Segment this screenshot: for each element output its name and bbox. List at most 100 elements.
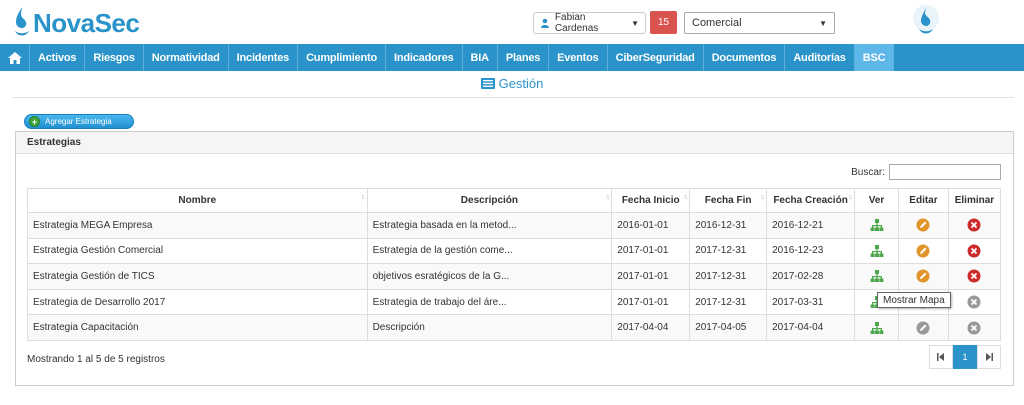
edit-button[interactable] — [898, 314, 949, 341]
search-box: Buscar: — [851, 164, 1001, 180]
cell-fin: 2017-04-05 — [689, 314, 768, 341]
delete-icon — [967, 218, 981, 232]
column-header[interactable]: Fecha Fin ↑↓ — [689, 188, 768, 213]
nav-home[interactable] — [0, 44, 30, 71]
chevron-down-icon: ▼ — [631, 18, 639, 28]
user-menu-button[interactable]: Fabian Cardenas ▼ — [533, 12, 646, 34]
delete-button[interactable] — [947, 263, 1002, 290]
column-header-label: Descripción — [460, 195, 519, 206]
view-map-button[interactable] — [854, 263, 899, 290]
table-row: Estrategia de Desarrollo 2017 Estrategia … — [27, 288, 1002, 316]
view-map-button[interactable] — [854, 314, 899, 341]
search-input[interactable] — [889, 164, 1001, 180]
nav-item-eventos[interactable]: Eventos — [549, 44, 608, 71]
cell-nombre: Estrategia de Desarrollo 2017 — [27, 288, 368, 316]
first-page-icon — [937, 353, 944, 361]
page-title-text: Gestión — [498, 76, 544, 91]
strategies-table: Nombre ↑↓ Descripción ↑↓ Fecha Inicio ↑↓ Fecha… — [27, 188, 1002, 341]
logo-drop-icon — [15, 6, 29, 35]
pencil-icon — [916, 321, 930, 335]
pencil-icon — [916, 269, 930, 283]
nav-item-documentos[interactable]: Documentos — [704, 44, 786, 71]
sort-icon: ↑↓ — [360, 194, 366, 201]
area-select[interactable]: Comercial ▼ — [684, 12, 835, 34]
view-map-button[interactable] — [854, 237, 899, 265]
add-strategy-button[interactable]: + Agregar Estrategia — [24, 114, 134, 129]
table-header-row: Nombre ↑↓ Descripción ↑↓ Fecha Inicio ↑↓ Fecha… — [27, 188, 1002, 213]
nav-item-indicadores[interactable]: Indicadores — [386, 44, 463, 71]
nav-item-bsc[interactable]: BSC — [854, 44, 895, 71]
user-icon — [540, 18, 549, 28]
column-header[interactable]: Descripción ↑↓ — [366, 188, 613, 213]
sort-icon: ↑↓ — [760, 194, 765, 201]
sitemap-icon — [870, 270, 883, 283]
column-header[interactable]: Fecha Inicio ↑↓ — [611, 188, 691, 213]
top-bar: NovaSec Fabian Cardenas ▼ 15 Comercial ▼ — [0, 0, 1024, 44]
area-select-value: Comercial — [692, 17, 742, 29]
column-header[interactable]: Fecha Creación ↑↓ — [766, 188, 856, 213]
sitemap-icon — [870, 219, 883, 232]
cell-inicio: 2017-01-01 — [611, 263, 691, 290]
user-name: Fabian Cardenas — [554, 12, 599, 34]
brand-logo[interactable]: NovaSec — [12, 4, 140, 39]
delete-icon — [967, 244, 981, 258]
list-icon — [480, 78, 495, 89]
nav-item-incidentes[interactable]: Incidentes — [229, 44, 299, 71]
page-button-current[interactable]: 1 — [953, 345, 977, 369]
cell-creacion: 2017-03-31 — [766, 288, 856, 316]
cell-inicio: 2017-04-04 — [611, 314, 691, 341]
main-navbar: Activos Riesgos Normatividad Incidentes Cump… — [0, 44, 1024, 71]
secondary-logo-icon — [913, 5, 939, 34]
table-row: Estrategia Capacitación Descripción 2017-0… — [27, 314, 1002, 341]
delete-button[interactable] — [947, 212, 1002, 239]
column-header-label: Eliminar — [954, 195, 995, 206]
cell-descripcion: Estrategia de la gestión come... — [366, 237, 613, 265]
pencil-icon — [916, 244, 930, 258]
table-row: Estrategia Gestión Comercial Estrategia d… — [27, 237, 1002, 265]
cell-creacion: 2016-12-21 — [766, 212, 856, 239]
last-page-button[interactable] — [977, 345, 1001, 369]
cell-creacion: 2016-12-23 — [766, 237, 856, 265]
page-title: Gestión — [0, 76, 1024, 91]
cell-inicio: 2017-01-01 — [611, 288, 691, 316]
cell-descripcion: Estrategia de trabajo del áre... — [366, 288, 613, 316]
nav-item-auditor-as[interactable]: Auditorías — [785, 44, 855, 71]
cell-fin: 2017-12-31 — [689, 263, 768, 290]
sort-icon: ↑↓ — [605, 194, 610, 201]
brand-name: NovaSec — [33, 8, 140, 38]
plus-icon: + — [29, 116, 40, 127]
delete-button[interactable] — [947, 288, 1002, 316]
nav-item-bia[interactable]: BIA — [463, 44, 498, 71]
edit-button[interactable] — [898, 212, 949, 239]
nav-item-ciberseguridad[interactable]: CiberSeguridad — [608, 44, 704, 71]
delete-icon — [967, 295, 981, 309]
edit-button[interactable] — [898, 237, 949, 265]
table-row: Estrategia MEGA Empresa Estrategia basada… — [27, 212, 1002, 239]
panel-title: Estrategias — [16, 132, 1013, 154]
pagination: 1 — [929, 345, 1001, 369]
cell-creacion: 2017-04-04 — [766, 314, 856, 341]
delete-icon — [967, 321, 981, 335]
view-map-button[interactable] — [854, 212, 899, 239]
chevron-down-icon: ▼ — [819, 18, 827, 28]
table-row: Estrategia Gestión de TICS objetivos esra… — [27, 263, 1002, 290]
nav-item-riesgos[interactable]: Riesgos — [85, 44, 144, 71]
column-header[interactable]: Nombre ↑↓ — [27, 188, 368, 213]
nav-item-activos[interactable]: Activos — [30, 44, 86, 71]
nav-item-planes[interactable]: Planes — [498, 44, 550, 71]
column-header: Eliminar — [947, 188, 1002, 213]
column-header: Editar — [898, 188, 949, 213]
first-page-button[interactable] — [929, 345, 953, 369]
pencil-icon — [916, 218, 930, 232]
delete-button[interactable] — [947, 314, 1002, 341]
notification-badge[interactable]: 15 — [650, 11, 677, 34]
cell-descripcion: Estrategia basada en la metod... — [366, 212, 613, 239]
edit-button[interactable] — [898, 263, 949, 290]
nav-item-normatividad[interactable]: Normatividad — [144, 44, 229, 71]
nav-item-cumplimiento[interactable]: Cumplimiento — [298, 44, 386, 71]
cell-inicio: 2016-01-01 — [611, 212, 691, 239]
search-label: Buscar: — [851, 166, 885, 178]
add-strategy-label: Agregar Estrategia — [45, 117, 112, 126]
column-header-label: Fecha Creación — [773, 195, 848, 206]
delete-button[interactable] — [947, 237, 1002, 265]
